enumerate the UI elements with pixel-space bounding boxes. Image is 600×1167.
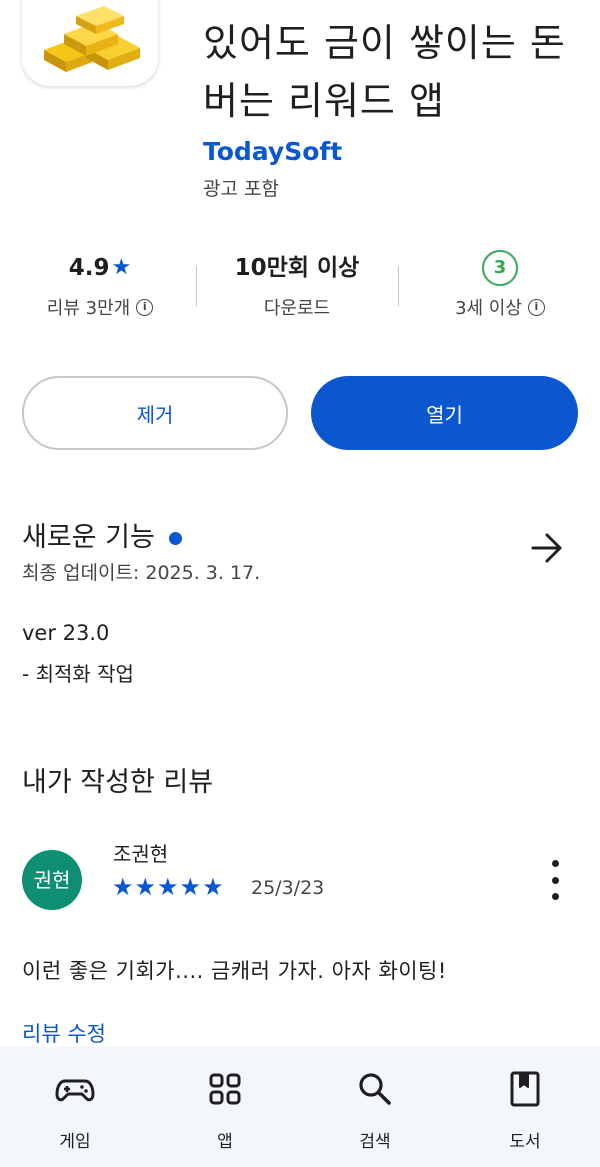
remove-button[interactable]: 제거: [22, 376, 288, 450]
search-icon: [359, 1073, 391, 1105]
info-icon[interactable]: i: [527, 298, 545, 316]
nav-item-apps[interactable]: 앱: [150, 1047, 300, 1167]
downloads-stat: 10만회 이상 다운로드: [197, 248, 397, 320]
gamepad-icon: [55, 1079, 95, 1102]
bottom-navigation: 게임 앱 검색 도서: [0, 1047, 600, 1167]
more-options-icon[interactable]: [548, 860, 562, 900]
stats-row: 4.9 ★ 리뷰 3만개 i 10만회 이상 다운로드 3 3세 이상 i: [0, 248, 600, 328]
review-count: 리뷰 3만개: [46, 298, 131, 319]
last-updated: 최종 업데이트: 2025. 3. 17.: [22, 562, 261, 584]
downloads-value: 10만회 이상: [234, 255, 360, 281]
nav-item-games[interactable]: 게임: [0, 1047, 150, 1167]
nav-label: 게임: [59, 1132, 91, 1152]
reviewer-name: 조권현: [113, 842, 169, 866]
whats-new-title: 새로운 기능: [22, 522, 155, 553]
developer-link[interactable]: TodaySoft: [203, 137, 342, 166]
review-date: 25/3/23: [251, 877, 325, 899]
nav-item-books[interactable]: 도서: [450, 1047, 600, 1167]
release-notes: - 최적화 작업: [22, 662, 134, 686]
my-review-title: 내가 작성한 리뷰: [22, 767, 214, 798]
nav-label: 도서: [509, 1132, 541, 1152]
edit-review-link[interactable]: 리뷰 수정: [22, 1018, 106, 1048]
rating-value: 4.9: [68, 255, 110, 281]
arrow-right-icon[interactable]: [530, 532, 564, 564]
apps-grid-icon: [209, 1073, 241, 1105]
downloads-label: 다운로드: [263, 298, 331, 319]
age-rating-stat[interactable]: 3 3세 이상 i: [400, 248, 600, 320]
review-stars: ★★★★★: [112, 873, 225, 901]
app-title: 있어도 금이 쌓이는 돈버는 리워드 앱: [203, 21, 566, 123]
age-rating-label: 3세 이상: [455, 298, 522, 319]
age-rating-badge: 3: [482, 250, 518, 286]
version-text: ver 23.0: [22, 621, 110, 645]
app-icon: [22, 0, 158, 86]
info-icon[interactable]: i: [136, 298, 154, 316]
ad-label: 광고 포함: [203, 178, 279, 200]
open-button[interactable]: 열기: [311, 376, 578, 450]
gold-bars-icon: [44, 6, 140, 72]
whats-new-section-title[interactable]: 새로운 기능: [22, 515, 182, 554]
rating-stat[interactable]: 4.9 ★ 리뷰 3만개 i: [0, 248, 200, 320]
review-text: 이런 좋은 기회가.... 금캐러 가자. 아자 화이팅!: [22, 959, 447, 983]
star-icon: ★: [111, 255, 132, 280]
nav-label: 검색: [359, 1132, 391, 1152]
divider: [398, 266, 399, 306]
nav-item-search[interactable]: 검색: [300, 1047, 450, 1167]
avatar: 권현: [22, 850, 82, 910]
nav-label: 앱: [217, 1132, 233, 1152]
book-icon: [510, 1071, 540, 1107]
new-indicator-dot: [168, 532, 182, 545]
